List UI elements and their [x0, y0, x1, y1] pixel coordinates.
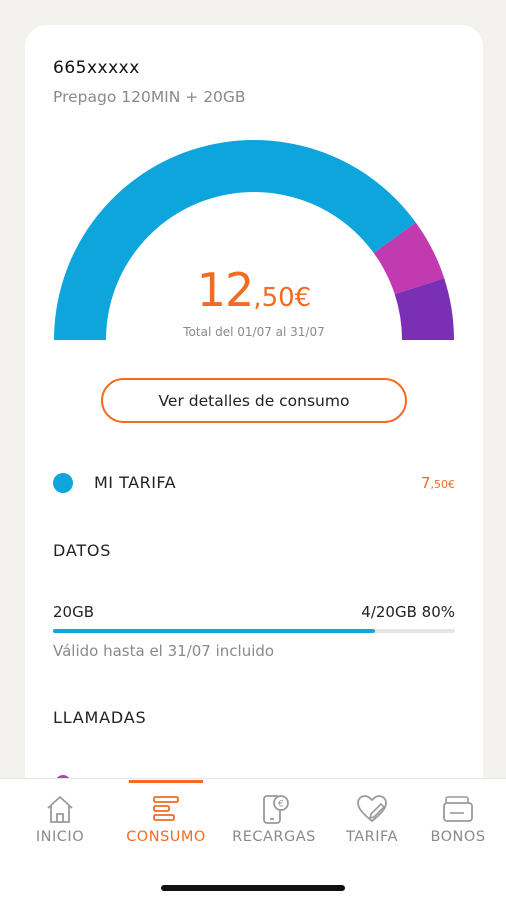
consumption-card: 665xxxxx Prepago 120MIN + 20GB 12,50€ To… [25, 25, 483, 825]
tab-tarifa-label: TARIFA [346, 829, 398, 845]
phone-euro-icon: € [263, 795, 289, 824]
total-amount-integer: 12 [196, 263, 255, 317]
svg-text:€: € [278, 800, 284, 810]
bottom-tab-bar: INICIO CONSUMO € RECARGAS TARIFA BONOS [0, 778, 506, 901]
tab-consumo-label: CONSUMO [126, 829, 206, 845]
data-bundle-row: 20GB 4/20GB 80% [53, 603, 455, 623]
tariff-price-decimal: ,50€ [430, 478, 456, 491]
tab-consumo[interactable]: CONSUMO [116, 779, 216, 859]
heart-pen-icon [357, 795, 387, 823]
home-indicator [161, 885, 345, 891]
data-usage: 4/20GB 80% [361, 603, 455, 621]
data-progress-fill [53, 629, 375, 633]
data-bundle-name: 20GB [53, 603, 95, 621]
consumption-bars-icon [153, 796, 179, 821]
tariff-dot-icon [53, 473, 73, 493]
tab-bonos[interactable]: BONOS [408, 779, 506, 859]
tariff-price-integer: 7 [420, 474, 431, 492]
tab-recargas-label: RECARGAS [232, 829, 316, 845]
tariff-row[interactable]: MI TARIFA 7,50€ [53, 470, 455, 498]
data-valid-until: Válido hasta el 31/07 incluido [53, 642, 275, 660]
tab-inicio[interactable]: INICIO [10, 779, 110, 859]
datos-title: DATOS [53, 541, 112, 560]
tab-bonos-label: BONOS [430, 829, 486, 845]
tab-inicio-label: INICIO [35, 829, 85, 845]
tab-recargas[interactable]: € RECARGAS [224, 779, 324, 859]
tab-tarifa[interactable]: TARIFA [322, 779, 422, 859]
data-progress-bar [53, 629, 455, 633]
tariff-label: MI TARIFA [94, 473, 177, 492]
tariff-price: 7,50€ [421, 474, 455, 492]
home-icon [47, 796, 73, 823]
total-amount-decimal: ,50€ [253, 283, 312, 313]
wallet-icon [443, 796, 473, 822]
total-amount: 12,50€ [25, 263, 483, 317]
llamadas-title: LLAMADAS [53, 708, 147, 727]
consumption-details-button[interactable]: Ver detalles de consumo [101, 378, 407, 423]
period-text: Total del 01/07 al 31/07 [183, 325, 325, 339]
